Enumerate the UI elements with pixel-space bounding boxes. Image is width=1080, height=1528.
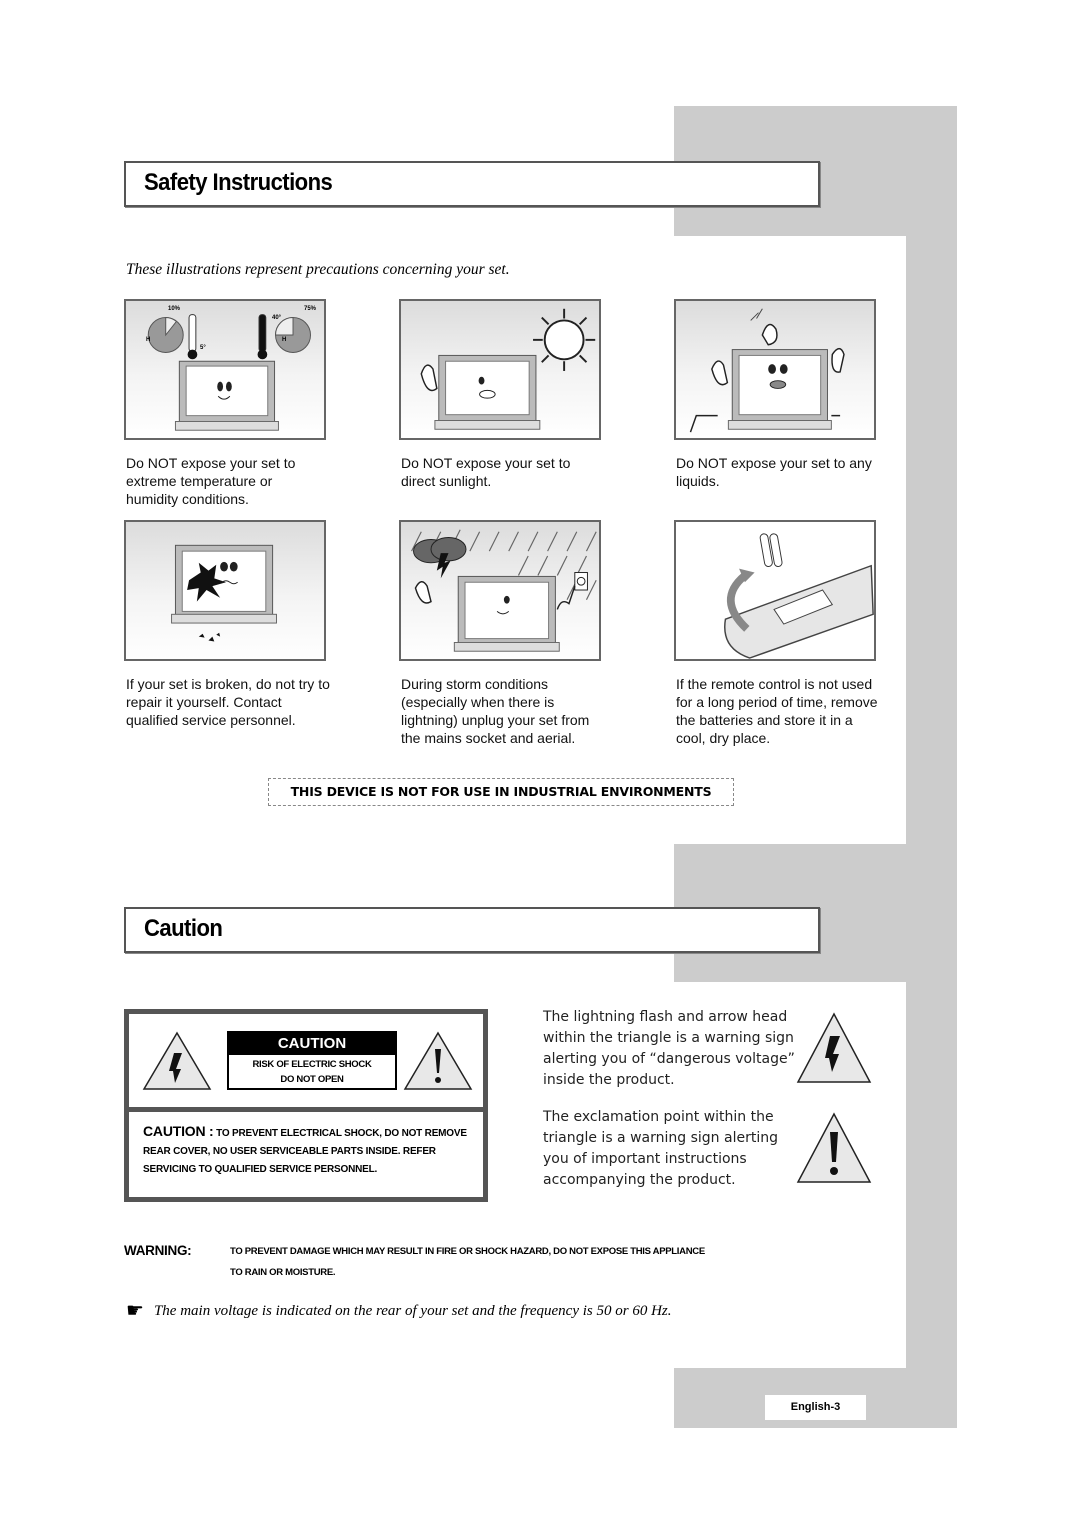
decor-band-right <box>906 236 957 1428</box>
caution-label: CAUTION RISK OF ELECTRIC SHOCK DO NOT OP… <box>227 1031 397 1090</box>
caution-body-lead: CAUTION : <box>143 1123 214 1139</box>
exclamation-warning-icon <box>403 1031 473 1090</box>
caution-label-body: CAUTION : TO PREVENT ELECTRICAL SHOCK, D… <box>143 1122 479 1179</box>
humidity-low-label: 10% <box>168 306 181 312</box>
caption-temperature: Do NOT expose your set to extreme temper… <box>126 455 296 507</box>
industrial-notice: THIS DEVICE IS NOT FOR USE IN INDUSTRIAL… <box>268 778 734 806</box>
tv-temperature-humidity-icon: 10% 75% 5° 40° H H <box>124 299 326 440</box>
pointing-hand-icon: ☛ <box>126 1300 144 1322</box>
tv-broken-icon <box>124 520 326 661</box>
lightning-warning-icon <box>142 1031 212 1090</box>
warning-line2: TO RAIN OR MOISTURE. <box>230 1267 336 1278</box>
remote-batteries-icon <box>674 520 876 661</box>
caption-sunlight: Do NOT expose your set to direct sunligh… <box>401 455 571 489</box>
caption-liquids: Do NOT expose your set to any liquids. <box>676 455 872 489</box>
tv-storm-unplug-icon <box>399 520 601 661</box>
lightning-warning-icon <box>796 1012 872 1083</box>
caution-title-text: Caution <box>144 915 223 942</box>
tv-sunlight-icon <box>399 299 601 440</box>
temperature-low-label: 5° <box>200 345 206 351</box>
humidity-h-right: H <box>282 337 287 343</box>
caution-label-lower: CAUTION : TO PREVENT ELECTRICAL SHOCK, D… <box>129 1112 483 1197</box>
section-title-caution: Caution <box>124 907 820 953</box>
caption-storm: During storm conditions (especially when… <box>401 676 590 746</box>
humidity-high-label: 75% <box>304 306 317 312</box>
warning-label: WARNING: <box>124 1243 192 1258</box>
caution-label-upper: CAUTION RISK OF ELECTRIC SHOCK DO NOT OP… <box>129 1014 483 1107</box>
caption-broken: If your set is broken, do not try to rep… <box>126 676 330 728</box>
humidity-h-left: H <box>146 337 151 343</box>
voltage-note-text: The main voltage is indicated on the rea… <box>153 1303 672 1319</box>
voltage-note: ☛ The main voltage is indicated on the re… <box>126 1298 672 1323</box>
caution-label-line2: DO NOT OPEN <box>280 1074 344 1085</box>
caution-label-line1: RISK OF ELECTRIC SHOCK <box>252 1059 372 1070</box>
lightning-symbol-explanation: The lightning flash and arrow head withi… <box>543 1009 795 1088</box>
section-title-safety: Safety Instructions <box>124 161 820 207</box>
tv-liquids-icon <box>674 299 876 440</box>
illustrations-subtitle: These illustrations represent precaution… <box>126 261 510 278</box>
temperature-high-label: 40° <box>272 315 282 321</box>
exclamation-warning-icon <box>796 1112 872 1183</box>
caption-remote: If the remote control is not used for a … <box>676 676 878 746</box>
caution-label-heading: CAUTION <box>229 1033 395 1055</box>
page-number-label: English-3 <box>765 1395 866 1420</box>
caution-label-box: CAUTION RISK OF ELECTRIC SHOCK DO NOT OP… <box>124 1009 488 1202</box>
safety-title-text: Safety Instructions <box>144 169 333 196</box>
warning-line1: TO PREVENT DAMAGE WHICH MAY RESULT IN FI… <box>230 1246 705 1257</box>
exclamation-symbol-explanation: The exclamation point within the triangl… <box>543 1109 778 1188</box>
